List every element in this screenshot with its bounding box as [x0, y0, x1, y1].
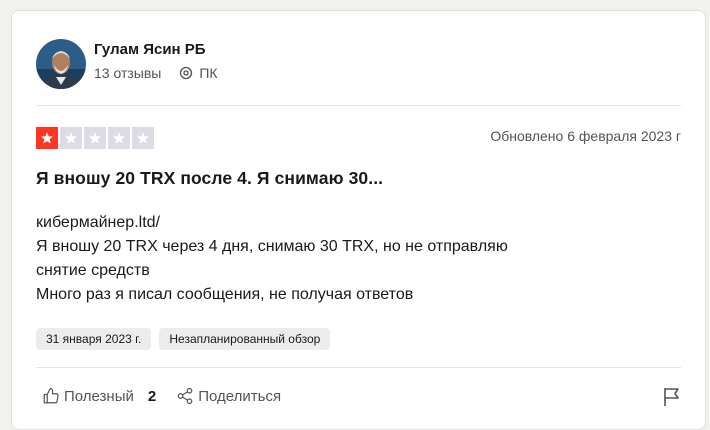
useful-count: 2 — [147, 387, 157, 405]
star-rating — [36, 127, 156, 149]
flag-icon — [664, 388, 679, 406]
review-body: кибермайнер.ltd/ Я вношу 20 TRX через 4 … — [36, 211, 676, 307]
star-icon — [84, 127, 106, 149]
review-body-line: кибермайнер.ltd/ — [36, 214, 160, 231]
review-body-line: снятие средств — [36, 262, 150, 279]
useful-button[interactable]: Полезный 2 — [42, 387, 156, 405]
review-title[interactable]: Я вношу 20 TRX после 4. Я снимаю 30... — [36, 168, 383, 189]
location-pin-icon — [180, 66, 193, 80]
divider — [36, 367, 681, 368]
useful-label: Полезный — [64, 387, 134, 405]
location-text: ПК — [199, 65, 218, 81]
review-card: Гулам Ясин РБ 13 отзывы ПК Обновлено 6 ф… — [11, 10, 706, 430]
avatar[interactable] — [36, 39, 86, 89]
star-icon — [36, 127, 58, 149]
star-icon — [108, 127, 130, 149]
share-icon — [177, 387, 193, 405]
divider — [36, 105, 681, 106]
share-label: Поделиться — [198, 387, 282, 405]
reviewer-location: ПК — [179, 65, 218, 81]
review-actions: Полезный 2 Поделиться — [42, 387, 301, 405]
report-flag-button[interactable] — [663, 387, 681, 412]
reviews-count: 13 отзывы — [94, 65, 162, 81]
review-body-line: Много раз я писал сообщения, не получая … — [36, 286, 414, 303]
review-tags: 31 января 2023 г. Незапланированный обзо… — [36, 328, 338, 350]
star-icon — [132, 127, 154, 149]
review-body-line: Я вношу 20 TRX через 4 дня, снимаю 30 TR… — [36, 238, 508, 255]
review-type-tag[interactable]: Незапланированный обзор — [159, 328, 331, 350]
updated-date: Обновлено 6 февраля 2023 г — [490, 128, 681, 144]
reviewer-name[interactable]: Гулам Ясин РБ — [94, 41, 206, 58]
reviewer-meta: 13 отзывы ПК — [94, 65, 218, 81]
star-icon — [60, 127, 82, 149]
experience-date-tag: 31 января 2023 г. — [36, 328, 152, 350]
share-button[interactable]: Поделиться — [176, 387, 281, 405]
thumbs-up-icon — [43, 387, 59, 404]
